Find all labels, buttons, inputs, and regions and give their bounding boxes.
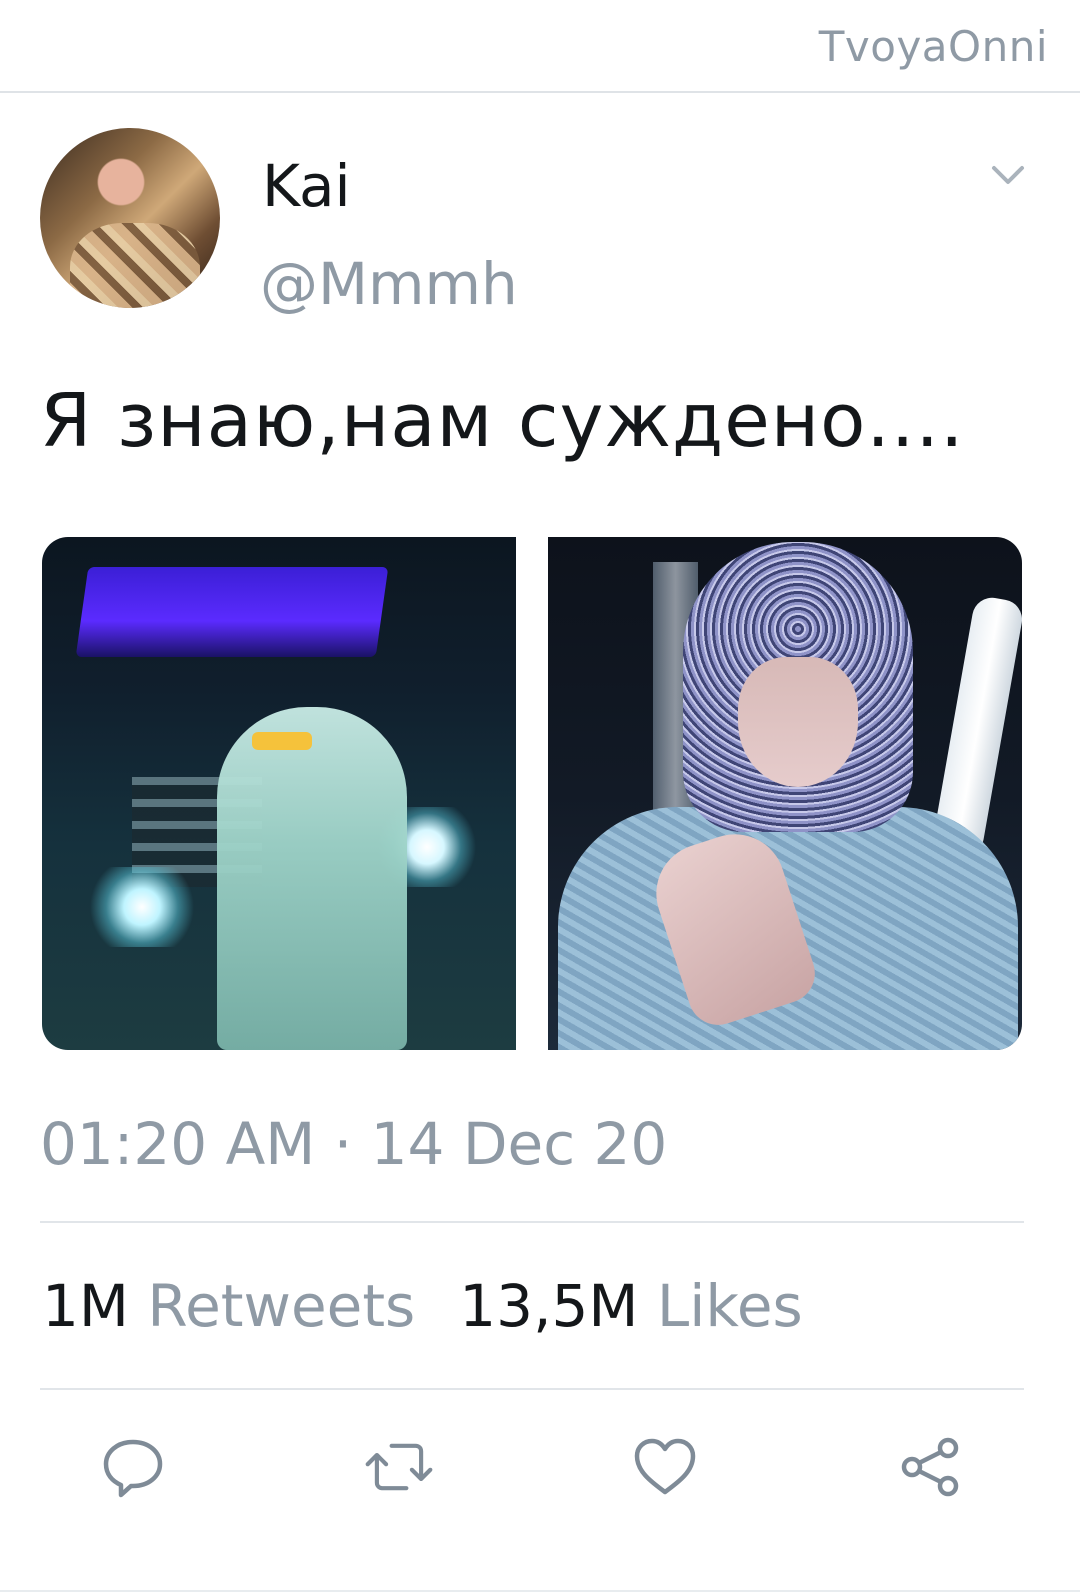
tweet-photo-1[interactable] bbox=[42, 537, 516, 1050]
author-name[interactable]: Kai bbox=[262, 152, 351, 220]
retweet-icon[interactable] bbox=[364, 1432, 434, 1502]
photo-detail bbox=[252, 732, 312, 750]
retweets-count[interactable]: 1M bbox=[42, 1272, 129, 1340]
likes-label[interactable]: Likes bbox=[657, 1272, 803, 1340]
heart-icon[interactable] bbox=[630, 1432, 700, 1502]
chevron-down-icon[interactable] bbox=[988, 160, 1028, 190]
author-handle[interactable]: @Mmmh bbox=[260, 250, 518, 318]
photo-detail bbox=[217, 707, 407, 1050]
photo-detail bbox=[75, 567, 389, 657]
photo-detail bbox=[738, 657, 858, 787]
watermark-brand: TvoyaOnni bbox=[818, 22, 1048, 71]
tweet-text: Я знаю,нам суждено.... bbox=[40, 378, 965, 464]
share-icon[interactable] bbox=[896, 1432, 966, 1502]
top-bar: TvoyaOnni bbox=[0, 0, 1080, 93]
photo-detail bbox=[82, 867, 202, 947]
tweet-timestamp[interactable]: 01:20 AM · 14 Dec 20 bbox=[40, 1110, 667, 1178]
divider bbox=[40, 1221, 1024, 1223]
likes-count[interactable]: 13,5M bbox=[459, 1272, 638, 1340]
divider bbox=[40, 1388, 1024, 1390]
avatar[interactable] bbox=[40, 128, 220, 308]
retweets-label[interactable]: Retweets bbox=[147, 1272, 415, 1340]
tweet-actions bbox=[0, 1432, 1080, 1502]
tweet-photo-2[interactable] bbox=[548, 537, 1022, 1050]
tweet-stats: 1M Retweets 13,5M Likes bbox=[42, 1272, 803, 1340]
reply-icon[interactable] bbox=[98, 1432, 168, 1502]
